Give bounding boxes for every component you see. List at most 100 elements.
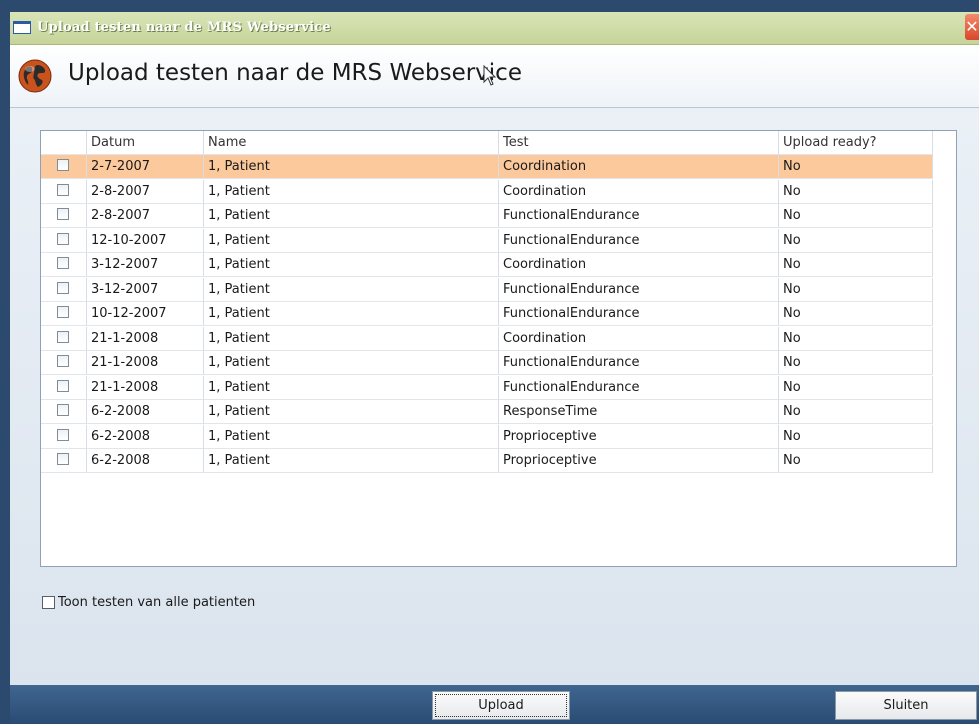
checkbox-icon[interactable] (57, 428, 69, 441)
checkbox-icon[interactable] (57, 379, 69, 392)
cell-datum: 21-1-2008 (87, 375, 204, 400)
checkbox-icon[interactable] (57, 330, 69, 343)
cell-name: 1, Patient (204, 326, 499, 351)
cell-datum: 12-10-2007 (87, 228, 204, 253)
row-checkbox[interactable] (41, 424, 87, 449)
row-checkbox[interactable] (41, 155, 87, 179)
column-header-upload-ready[interactable]: Upload ready? (779, 131, 933, 155)
table-row[interactable]: 12-10-2007 1, Patient FunctionalEnduranc… (41, 228, 933, 253)
content-panel: Datum Name Test Upload ready? 2-7-2007 1… (10, 108, 979, 685)
checkbox-icon[interactable] (57, 183, 69, 196)
row-checkbox[interactable] (41, 228, 87, 253)
table-row[interactable]: 3-12-2007 1, Patient Coordination No (41, 253, 933, 277)
row-checkbox[interactable] (41, 204, 87, 228)
cell-upload-ready: No (779, 375, 933, 400)
cell-name: 1, Patient (204, 449, 499, 473)
cell-datum: 6-2-2008 (87, 424, 204, 449)
cell-test: Proprioceptive (499, 424, 779, 449)
row-checkbox[interactable] (41, 375, 87, 400)
cell-upload-ready: No (779, 326, 933, 351)
cell-upload-ready: No (779, 351, 933, 375)
mouse-cursor-icon (483, 65, 497, 86)
table-row[interactable]: 3-12-2007 1, Patient FunctionalEndurance… (41, 277, 933, 302)
row-checkbox[interactable] (41, 449, 87, 473)
row-checkbox[interactable] (41, 253, 87, 277)
checkbox-icon[interactable] (57, 306, 69, 318)
table-row[interactable]: 6-2-2008 1, Patient ResponseTime No (41, 400, 933, 424)
window-title: Upload testen naar de MRS Webservice (37, 20, 331, 35)
cell-datum: 21-1-2008 (87, 351, 204, 375)
cell-datum: 3-12-2007 (87, 253, 204, 277)
cell-datum: 6-2-2008 (87, 400, 204, 424)
table-row[interactable]: 10-12-2007 1, Patient FunctionalEnduranc… (41, 302, 933, 326)
cell-name: 1, Patient (204, 155, 499, 179)
row-checkbox[interactable] (41, 302, 87, 326)
table-row[interactable]: 6-2-2008 1, Patient Proprioceptive No (41, 449, 933, 473)
show-all-checkbox[interactable] (42, 596, 55, 609)
table-row[interactable]: 21-1-2008 1, Patient Coordination No (41, 326, 933, 351)
checkbox-icon[interactable] (57, 159, 69, 171)
cell-test: FunctionalEndurance (499, 375, 779, 400)
column-header-select[interactable] (41, 131, 87, 155)
cell-upload-ready: No (779, 253, 933, 277)
cell-test: Coordination (499, 155, 779, 179)
show-all-patients-toggle[interactable]: Toon testen van alle patienten (42, 595, 255, 610)
dialog-footer: Upload Sluiten (10, 685, 979, 724)
cell-test: FunctionalEndurance (499, 351, 779, 375)
cell-test: Coordination (499, 179, 779, 204)
row-checkbox[interactable] (41, 400, 87, 424)
upload-dialog-window: Upload testen naar de MRS Webservice ✕ U… (10, 12, 979, 724)
dialog-header: Upload testen naar de MRS Webservice (10, 45, 979, 108)
checkbox-icon[interactable] (57, 281, 69, 294)
cell-name: 1, Patient (204, 351, 499, 375)
cell-name: 1, Patient (204, 424, 499, 449)
cell-upload-ready: No (779, 400, 933, 424)
cell-upload-ready: No (779, 424, 933, 449)
column-header-test[interactable]: Test (499, 131, 779, 155)
tests-table[interactable]: Datum Name Test Upload ready? 2-7-2007 1… (40, 130, 957, 567)
row-checkbox[interactable] (41, 277, 87, 302)
cell-test: Proprioceptive (499, 449, 779, 473)
cell-test: Coordination (499, 253, 779, 277)
cell-test: ResponseTime (499, 400, 779, 424)
cell-upload-ready: No (779, 449, 933, 473)
close-window-button[interactable]: ✕ (965, 14, 979, 40)
cell-datum: 2-8-2007 (87, 179, 204, 204)
cell-name: 1, Patient (204, 302, 499, 326)
upload-button[interactable]: Upload (432, 691, 570, 720)
checkbox-icon[interactable] (57, 257, 69, 269)
checkbox-icon[interactable] (57, 404, 69, 416)
checkbox-icon[interactable] (57, 208, 69, 220)
checkbox-icon[interactable] (57, 232, 69, 245)
checkbox-icon[interactable] (57, 355, 69, 367)
cell-datum: 6-2-2008 (87, 449, 204, 473)
column-header-name[interactable]: Name (204, 131, 499, 155)
cell-datum: 2-7-2007 (87, 155, 204, 179)
show-all-label: Toon testen van alle patienten (58, 595, 256, 610)
checkbox-icon[interactable] (57, 453, 69, 465)
cell-datum: 21-1-2008 (87, 326, 204, 351)
cell-name: 1, Patient (204, 228, 499, 253)
cell-test: Coordination (499, 326, 779, 351)
table-row[interactable]: 21-1-2008 1, Patient FunctionalEndurance… (41, 375, 933, 400)
cell-name: 1, Patient (204, 400, 499, 424)
window-icon (13, 21, 31, 34)
row-checkbox[interactable] (41, 351, 87, 375)
row-checkbox[interactable] (41, 179, 87, 204)
cell-upload-ready: No (779, 179, 933, 204)
table-row[interactable]: 2-7-2007 1, Patient Coordination No (41, 155, 933, 179)
table-row[interactable]: 2-8-2007 1, Patient Coordination No (41, 179, 933, 204)
cell-name: 1, Patient (204, 179, 499, 204)
cell-datum: 3-12-2007 (87, 277, 204, 302)
table-header-row: Datum Name Test Upload ready? (41, 131, 933, 156)
title-bar[interactable]: Upload testen naar de MRS Webservice ✕ (10, 12, 979, 45)
close-button[interactable]: Sluiten (835, 691, 977, 720)
table-row[interactable]: 21-1-2008 1, Patient FunctionalEndurance… (41, 351, 933, 375)
row-checkbox[interactable] (41, 326, 87, 351)
column-header-datum[interactable]: Datum (87, 131, 204, 155)
cell-name: 1, Patient (204, 204, 499, 228)
table-row[interactable]: 6-2-2008 1, Patient Proprioceptive No (41, 424, 933, 449)
cell-test: FunctionalEndurance (499, 228, 779, 253)
cell-datum: 10-12-2007 (87, 302, 204, 326)
table-row[interactable]: 2-8-2007 1, Patient FunctionalEndurance … (41, 204, 933, 228)
